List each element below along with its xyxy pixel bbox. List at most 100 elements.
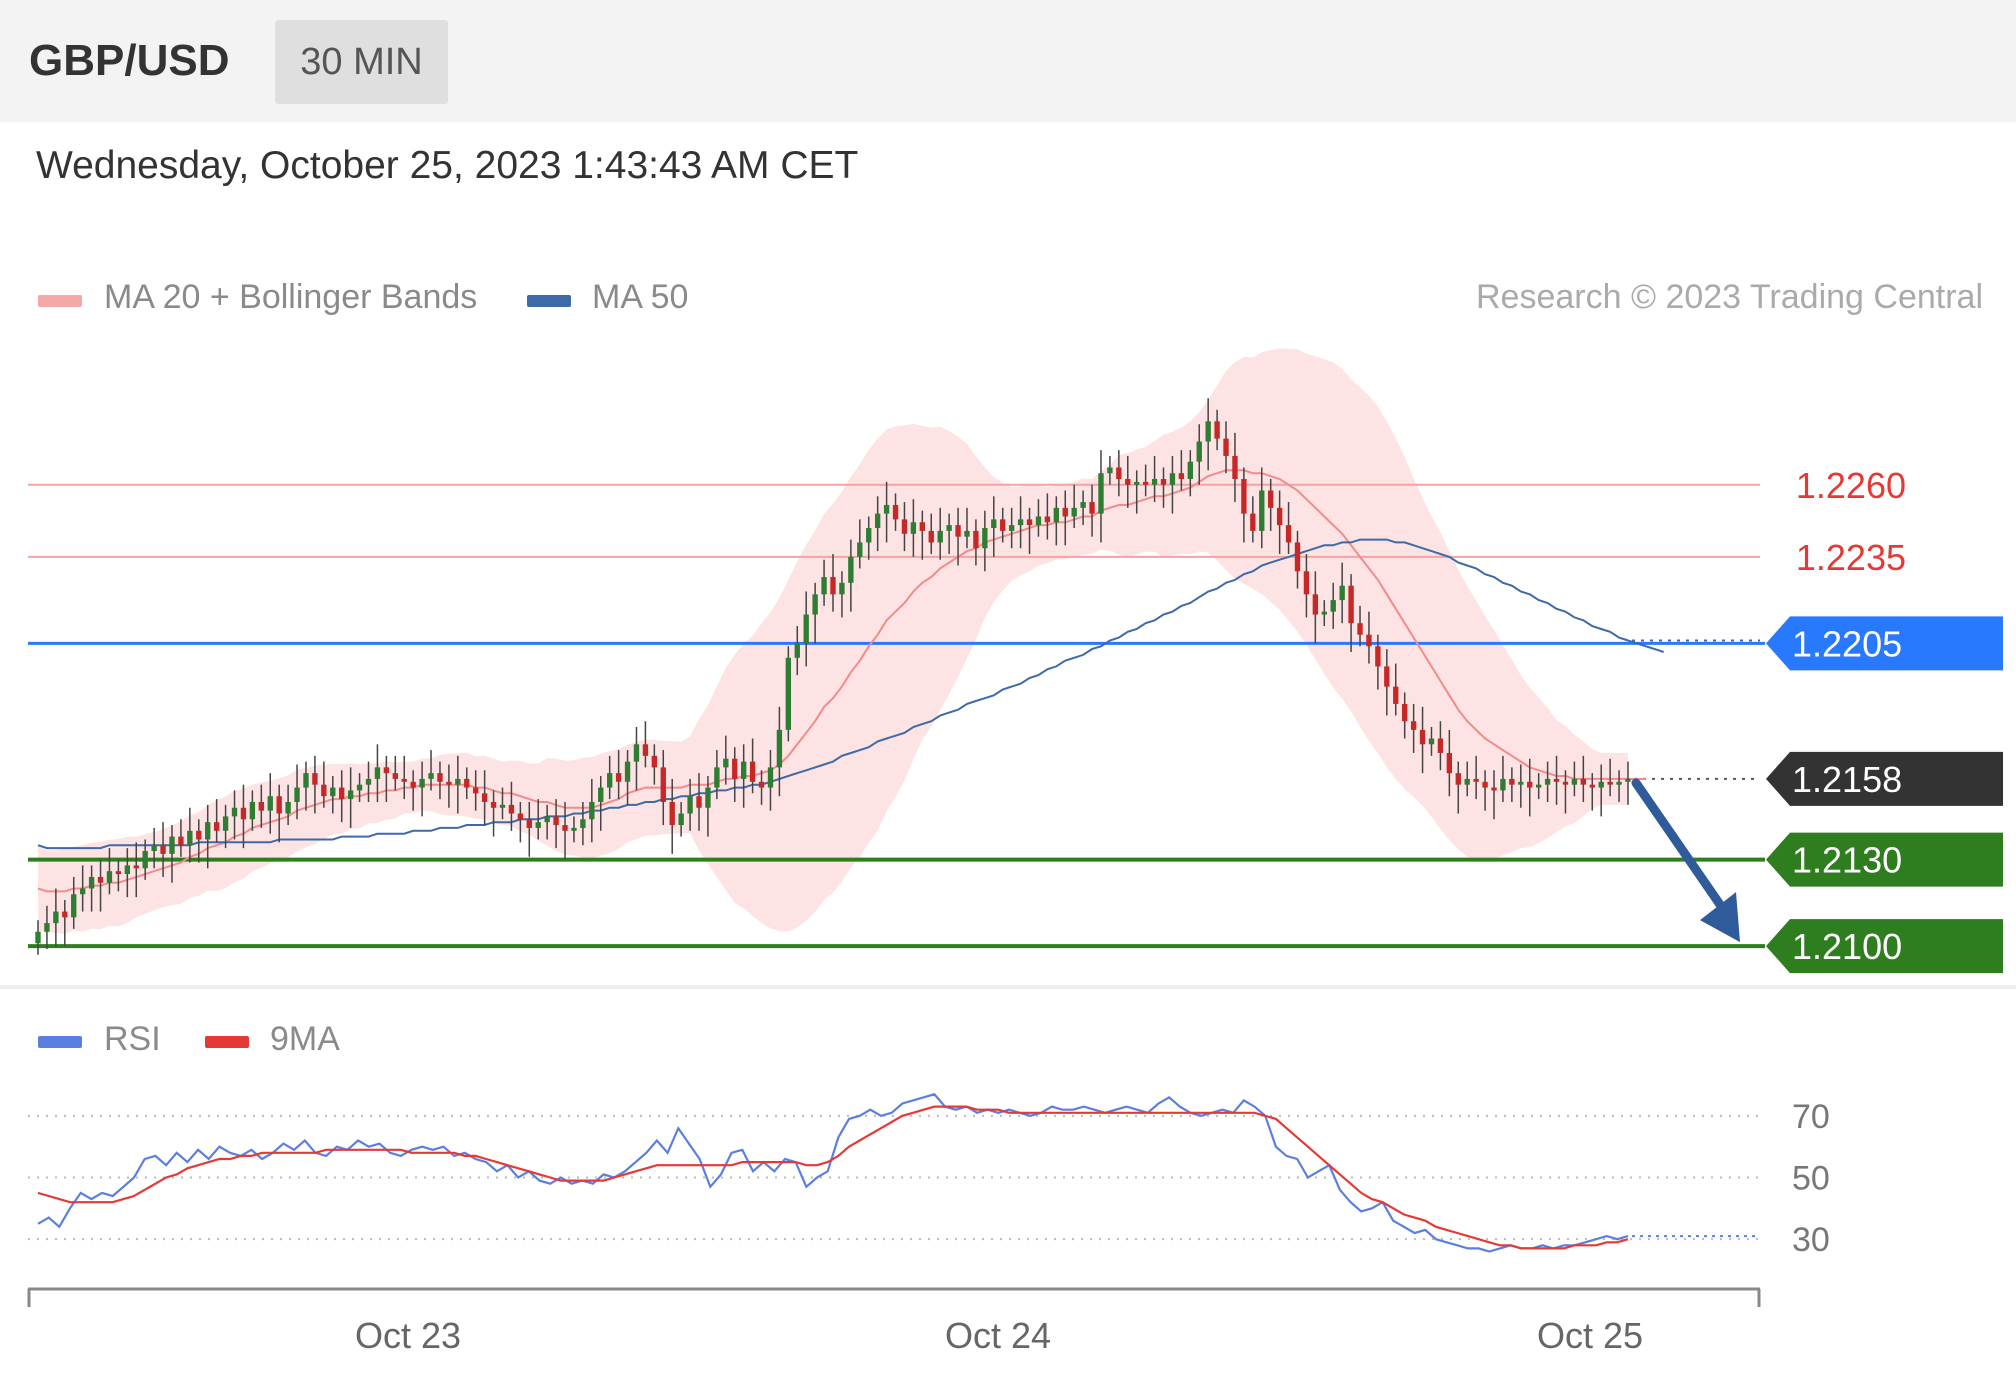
candle-body [1589,784,1595,788]
candle-body [1553,778,1560,782]
candle-body [1419,729,1426,745]
candle-body [1017,519,1024,526]
candle-body [740,761,747,779]
candle-body [347,790,354,800]
candle-body [1562,781,1569,785]
candle-body [1285,525,1292,543]
candle-body [991,519,997,529]
candle-body [589,801,595,820]
candle-body [928,530,934,543]
candle-body [776,729,783,768]
candle-body [1339,585,1345,601]
candle-body [1276,507,1283,526]
candle-body [705,787,711,808]
candle-body [1071,507,1077,517]
candle-body [1232,455,1238,479]
candle-body [1196,441,1202,462]
candle-body [624,761,631,782]
candle-body [410,781,416,788]
candle-body [1446,752,1453,774]
candle-body [1142,481,1149,485]
candle-body [178,836,184,846]
candle-body [481,793,488,802]
candle-body [1134,481,1140,485]
candle-body [1312,594,1319,615]
rsi-tick-30: 30 [1792,1221,1830,1259]
candle-body [1062,507,1068,517]
candle-body [544,816,550,823]
candle-body [964,530,970,537]
level-label-1.2260: 1.2260 [1796,465,1906,506]
candle-body [714,767,720,788]
candle-body [437,773,443,782]
candle-body [1616,781,1622,785]
candle-body [803,614,809,644]
candle-body [79,888,86,895]
candle-body [1026,519,1033,526]
candle-body [839,582,845,595]
candle-body [321,784,327,797]
candle-body [883,504,890,514]
candle-body [910,522,917,534]
candle-body [401,778,407,782]
candle-body [196,830,202,840]
level-label-1.2100: 1.2100 [1792,926,1902,967]
candle-body [187,830,193,846]
candle-body [1044,516,1051,523]
candle-body [821,577,827,595]
candle-body [1125,479,1131,485]
candle-body [473,787,479,794]
candle-body [866,528,872,543]
candle-body [1008,525,1015,531]
rsi-9ma-line [37,1105,1629,1250]
candle-body [1294,542,1301,572]
candle-body [874,513,881,529]
candle-body [1402,703,1408,722]
candle-body [660,767,666,802]
bollinger-band [38,348,1628,934]
candle-body [955,525,961,537]
rsi-tick-70: 70 [1792,1098,1830,1136]
candle-body [374,767,381,779]
candle-body [428,773,434,779]
candle-body [1259,490,1265,531]
candle-body [526,819,532,828]
x-tick-label: Oct 23 [355,1315,461,1356]
candle-body [1428,738,1435,745]
candle-body [642,744,649,756]
candle-body [508,804,515,814]
candle-body [455,778,461,785]
candle-body [848,556,854,583]
candle-body [946,525,952,531]
rsi-tick-50: 50 [1792,1160,1830,1198]
candle-body [53,911,59,924]
candle-body [115,871,122,875]
candle-body [1437,738,1444,753]
candle-body [446,781,452,785]
candle-body [901,519,908,534]
candle-body [392,773,398,779]
candle-body [1482,781,1488,788]
candle-body [1625,778,1631,782]
candle-body [732,758,738,779]
candle-body [464,778,470,788]
candle-body [276,796,282,814]
candle-body [749,761,756,782]
candle-body [1107,467,1113,474]
candle-body [62,911,68,918]
candle-body [1375,646,1381,667]
candle-body [669,801,675,826]
candle-body [571,827,577,831]
candle-body [723,758,729,768]
candle-body [1241,479,1247,514]
candle-body [1151,479,1158,485]
candle-body [124,865,131,875]
candle-body [267,796,273,811]
candle-body [687,796,693,814]
candle-body [1250,513,1256,531]
rsi-line [37,1093,1629,1253]
level-label-1.2235: 1.2235 [1796,537,1906,578]
candle-body [97,876,104,883]
candle-body [356,784,363,791]
candle-body [1268,490,1274,508]
